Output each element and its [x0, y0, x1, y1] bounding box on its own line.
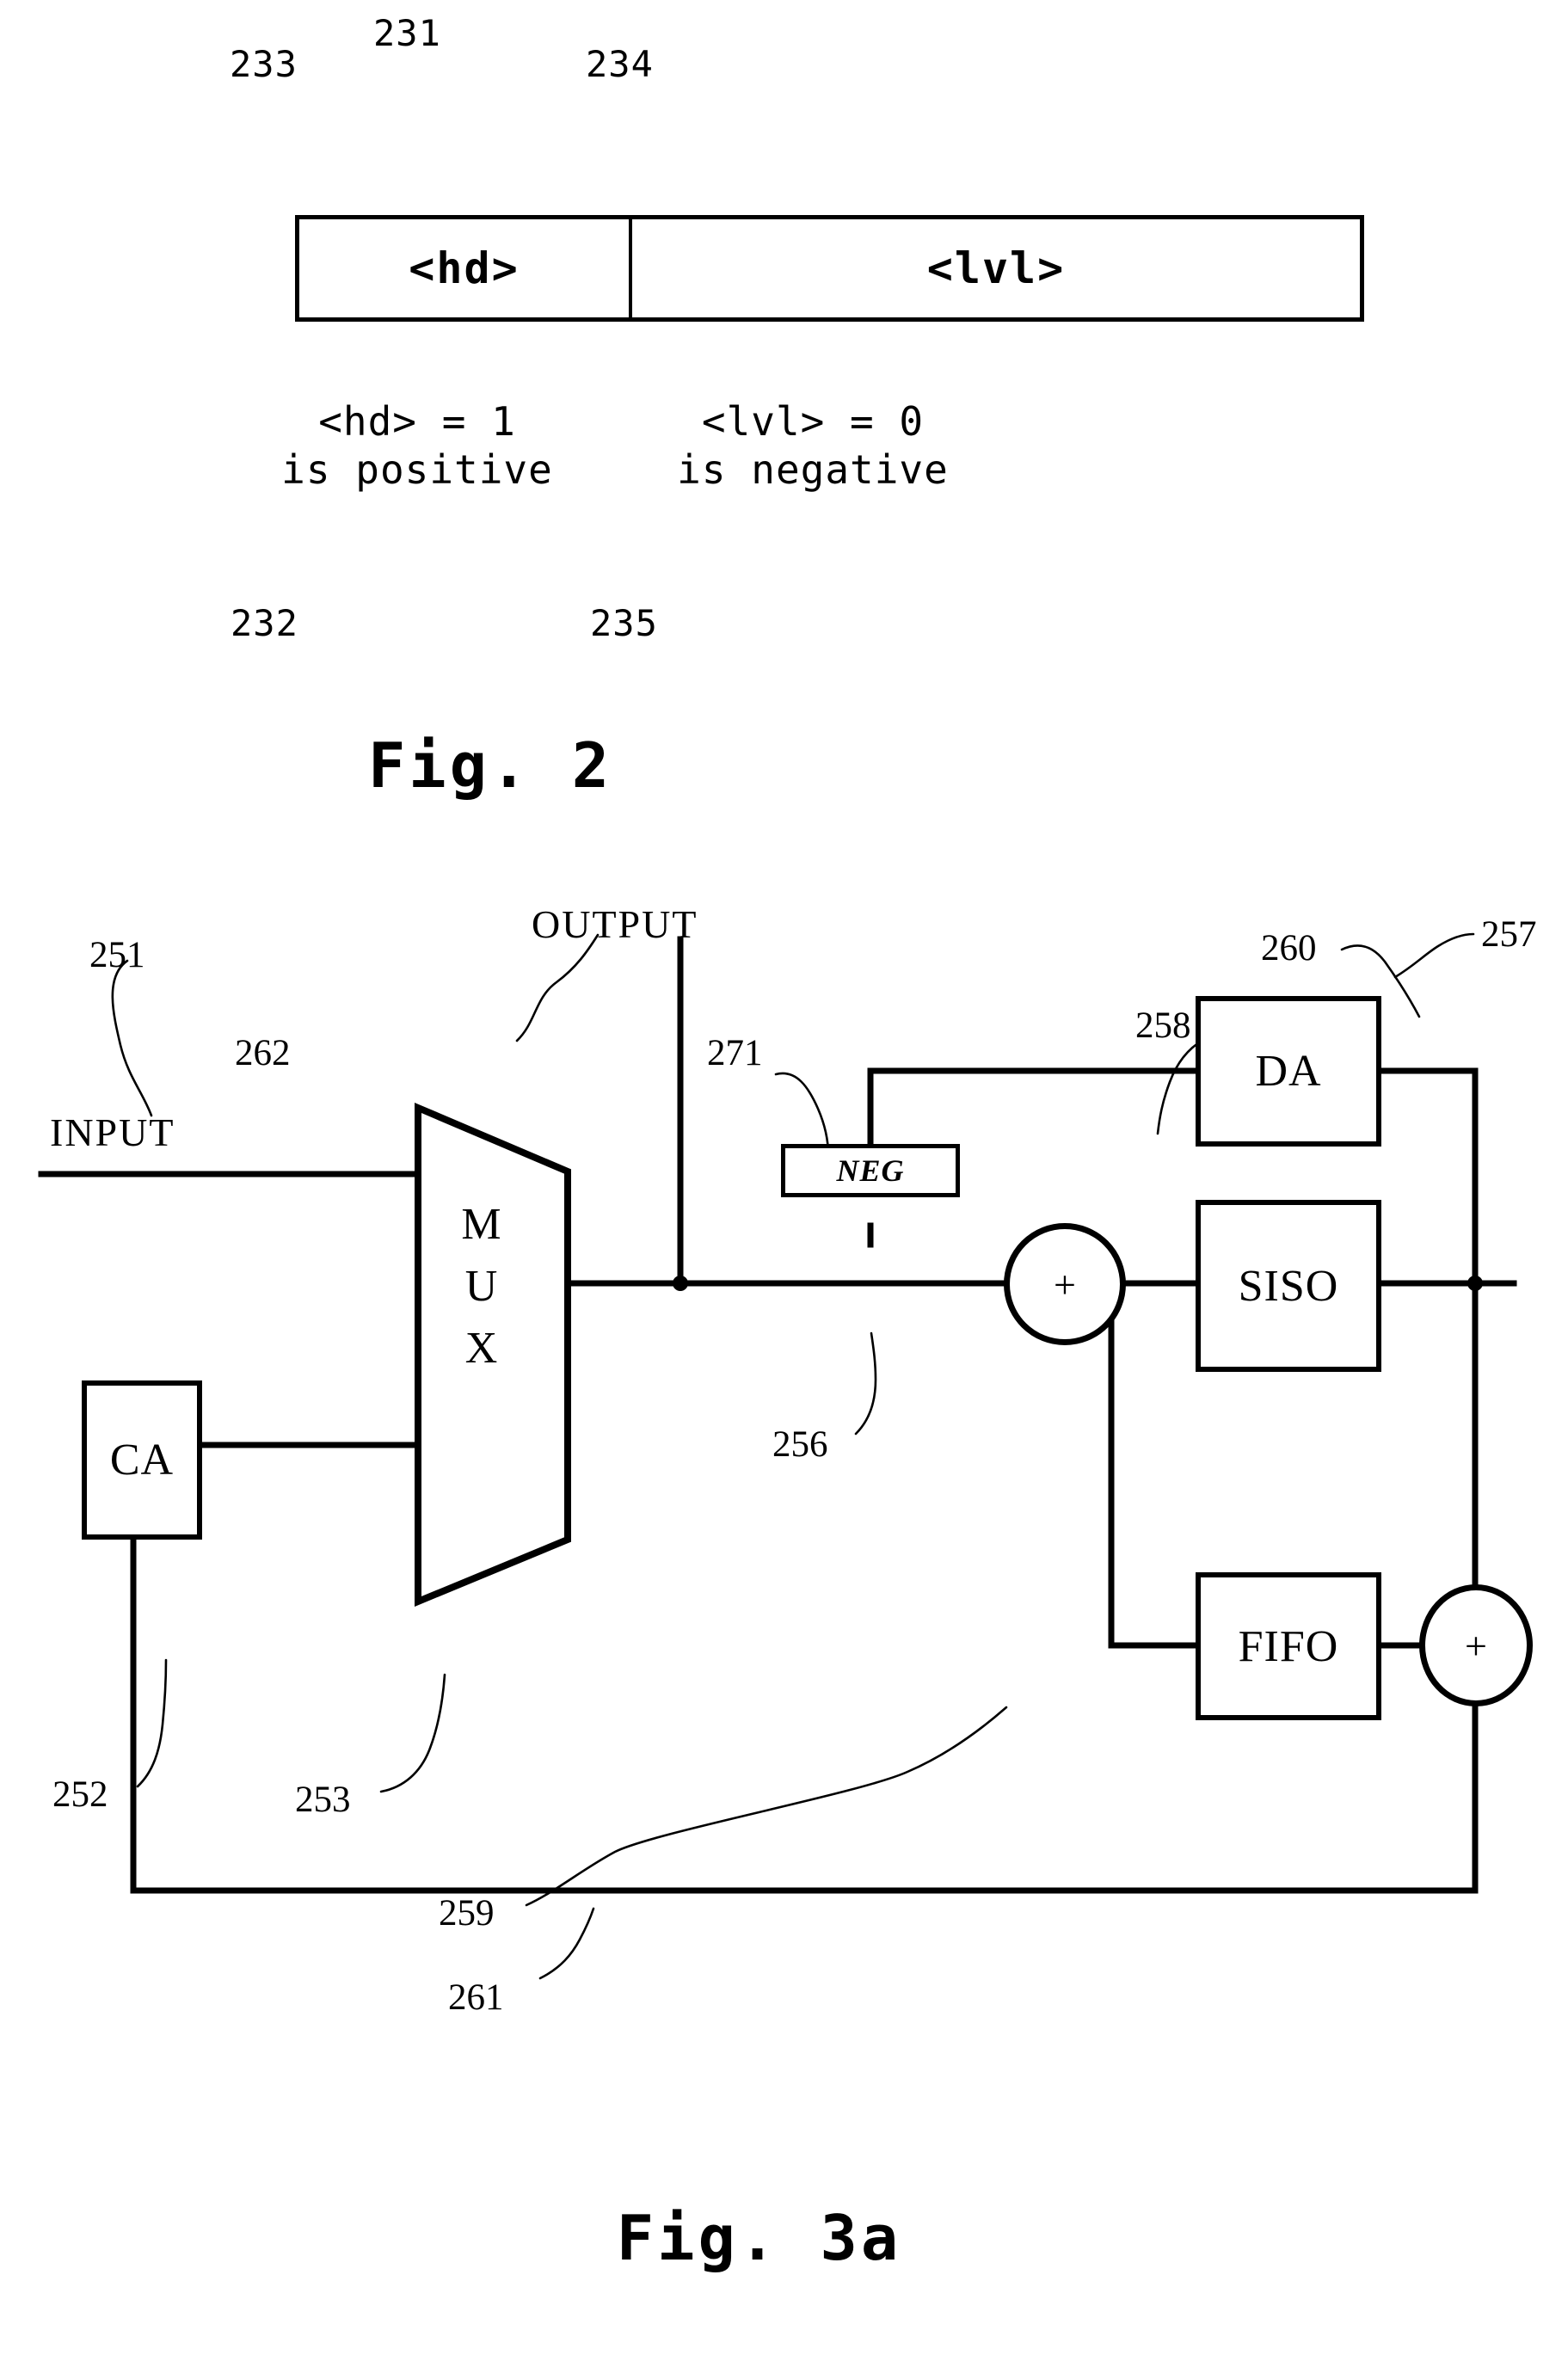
leader-253 — [379, 1673, 446, 1793]
ref-259: 259 — [439, 1893, 495, 1934]
ref-262: 262 — [235, 1033, 291, 1073]
block-siso[interactable]: SISO — [1196, 1200, 1381, 1372]
leader-257 — [1393, 932, 1475, 979]
mux-label-char-x: X — [464, 1323, 499, 1373]
block-neg-label: NEG — [836, 1153, 905, 1188]
input-label: INPUT — [50, 1110, 175, 1154]
patent-figure-page: 231 233 234 <hd> <lvl> <hd> = 1 is posit… — [0, 0, 1568, 2361]
adder-260[interactable]: + — [1419, 1584, 1533, 1706]
figure-3a-caption: Fig. 3a — [616, 2202, 902, 2274]
wire-da-to-rail — [1377, 1067, 1479, 1287]
mux-label-char-m: M — [461, 1200, 502, 1249]
ref-258: 258 — [1135, 1005, 1191, 1046]
block-da-label: DA — [1255, 1047, 1322, 1096]
leader-262 — [515, 933, 600, 1042]
leader-256 — [854, 1331, 877, 1436]
junction-dot-right-rail — [1467, 1276, 1483, 1291]
adder-256-label: + — [1054, 1262, 1076, 1307]
ref-261: 261 — [448, 1977, 504, 2018]
leader-261 — [538, 1907, 595, 1980]
block-da[interactable]: DA — [1196, 996, 1381, 1147]
ref-251: 251 — [89, 935, 145, 975]
ref-271: 271 — [707, 1033, 763, 1073]
leader-252 — [136, 1658, 168, 1788]
ref-256: 256 — [772, 1424, 828, 1465]
adder-256[interactable]: + — [1004, 1223, 1126, 1345]
ref-257: 257 — [1481, 914, 1537, 955]
ref-253: 253 — [295, 1780, 351, 1820]
block-ca-label: CA — [109, 1436, 175, 1485]
junction-dot-output-tap — [673, 1276, 688, 1291]
leader-251 — [111, 959, 153, 1117]
ref-252: 252 — [52, 1774, 108, 1815]
ref-260: 260 — [1261, 928, 1317, 968]
block-neg[interactable]: NEG — [781, 1144, 960, 1197]
adder-260-label: + — [1465, 1623, 1487, 1668]
wire-neg-to-da — [867, 1067, 1199, 1149]
figure-3a-group: INPUT OUTPUT M U X CA NEG DA SISO FIFO +… — [0, 0, 1568, 2361]
mux-block-label: M U X — [430, 1194, 533, 1379]
block-fifo-label: FIFO — [1238, 1621, 1339, 1671]
block-ca[interactable]: CA — [82, 1380, 202, 1540]
block-fifo[interactable]: FIFO — [1196, 1572, 1381, 1720]
block-siso-label: SISO — [1238, 1261, 1339, 1311]
output-label: OUTPUT — [532, 902, 698, 946]
leader-271 — [774, 1072, 830, 1157]
leader-259 — [525, 1706, 1008, 1907]
mux-label-char-u: U — [464, 1261, 499, 1311]
